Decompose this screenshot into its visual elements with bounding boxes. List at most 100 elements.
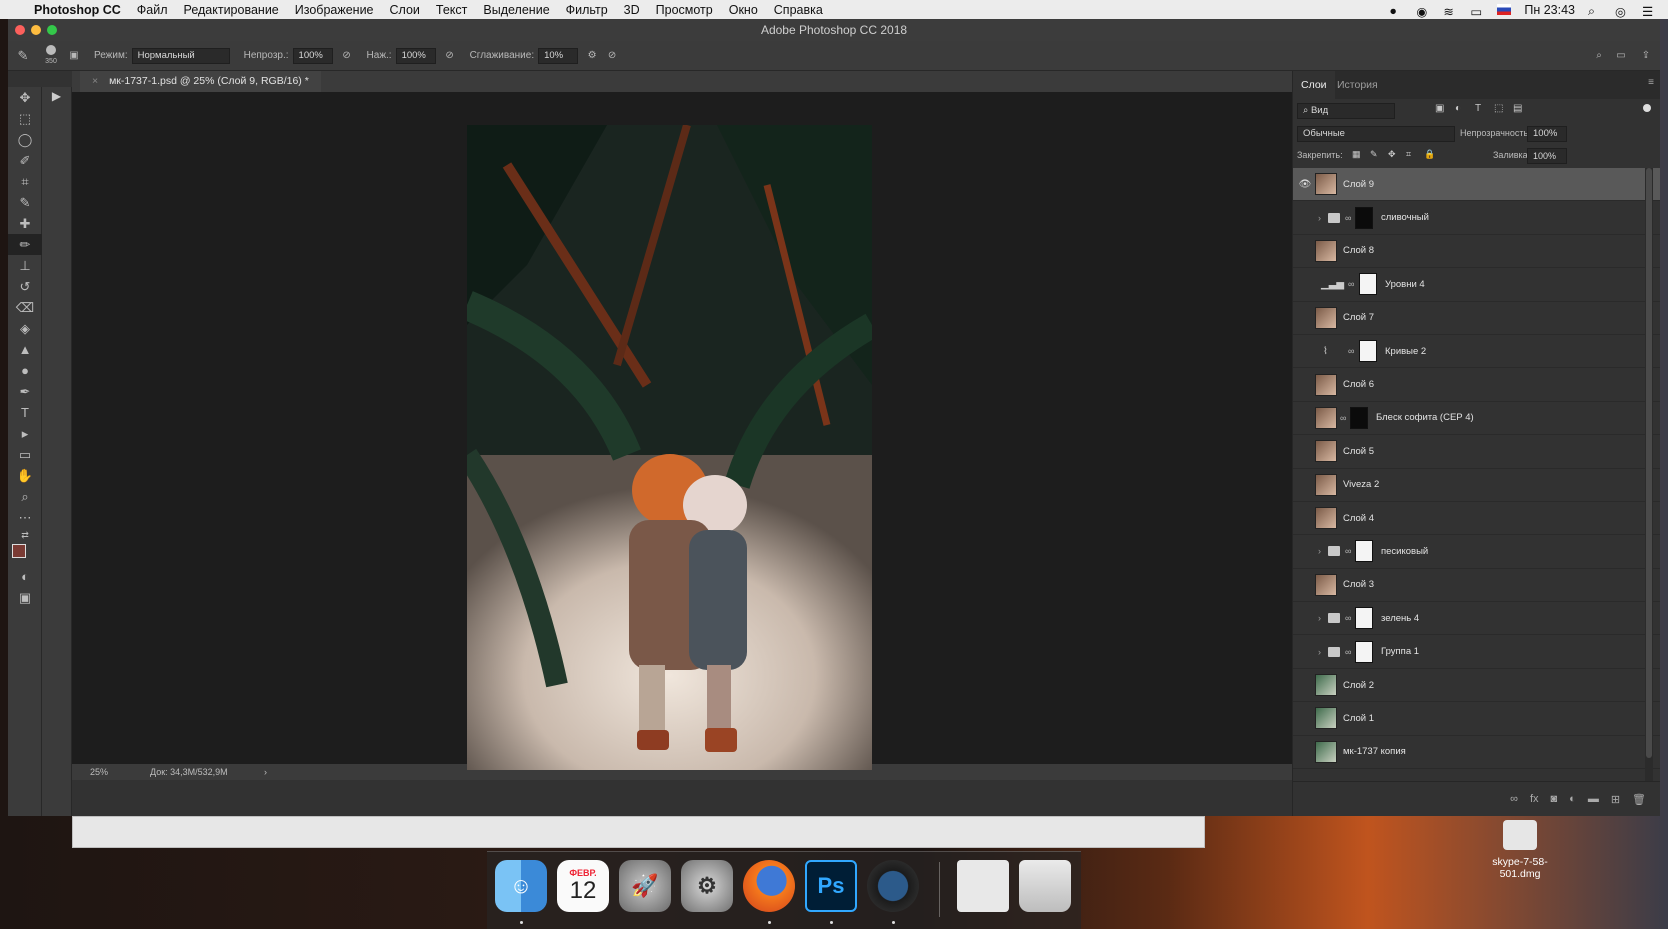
zoom-window-icon[interactable] [47,25,57,35]
quick-mask-icon[interactable]: ◐ [8,566,42,587]
search-icon[interactable]: ⌕ [1588,50,1610,61]
menu-layers[interactable]: Слои [390,3,420,17]
layer-row[interactable]: 👁 Слой 9 [1293,168,1660,202]
lock-pixels-icon[interactable]: ✎ [1370,149,1378,160]
firefox-icon[interactable] [743,860,795,912]
pressure-size-icon[interactable]: ⊘ [602,50,622,61]
menu-select[interactable]: Выделение [483,3,549,17]
type-tool-icon[interactable]: T [8,402,42,423]
more-tools-icon[interactable]: ⋯ [8,507,42,528]
layer-row[interactable]: › ∞ песиковый [1293,535,1660,569]
minimize-window-icon[interactable] [31,25,41,35]
trash-icon[interactable]: 🗑 [1632,793,1646,806]
menu-help[interactable]: Справка [774,3,823,17]
play-icon[interactable]: ▶ [42,89,71,103]
photoshop-icon[interactable]: Ps [805,860,857,912]
layer-row[interactable]: Слой 5 [1293,435,1660,469]
layer-row[interactable]: › ∞ Группа 1 [1293,635,1660,669]
layer-row[interactable]: Слой 8 [1293,235,1660,269]
layers-scrollbar[interactable] [1645,168,1653,781]
lock-transparent-icon[interactable]: ▦ [1352,149,1361,160]
menu-filter[interactable]: Фильтр [566,3,608,17]
menu-app-name[interactable]: Photoshop CC [34,3,121,17]
sync-icon[interactable]: ◉ [1416,4,1430,19]
lock-position-icon[interactable]: ✥ [1388,149,1396,160]
layer-row[interactable]: мк-1737 копия [1293,736,1660,770]
close-window-icon[interactable] [15,25,25,35]
blur-tool-icon[interactable]: ▲ [8,339,42,360]
layer-row[interactable]: Слой 3 [1293,569,1660,603]
brush-panel-icon[interactable]: ▣ [64,50,84,61]
filter-toggle-icon[interactable] [1643,104,1651,112]
opacity-field[interactable]: 100% [292,47,333,64]
lasso-tool-icon[interactable]: ◯ [8,129,42,150]
crop-tool-icon[interactable]: ⌗ [8,171,42,192]
screen-mode-icon[interactable]: ▣ [8,587,42,608]
document-tab[interactable]: × мк-1737-1.psd @ 25% (Слой 9, RGB/16) * [80,71,321,92]
new-group-icon[interactable]: ▬ [1588,793,1599,805]
shape-tool-icon[interactable]: ▭ [8,444,42,465]
expand-caret-icon[interactable]: › [1318,613,1321,623]
layer-row[interactable]: Слой 1 [1293,702,1660,736]
fx-icon[interactable]: fx [1530,793,1539,805]
smoothing-field[interactable]: 10% [538,47,579,64]
layer-row[interactable]: ∞ Блеск софита (СЕР 4) [1293,402,1660,436]
brush-tool-icon[interactable]: ✏ [8,234,42,255]
new-layer-icon[interactable]: ⊞ [1611,793,1620,806]
filter-smart-icon[interactable]: ▤ [1513,103,1522,114]
notifications-icon[interactable]: ☰ [1642,4,1656,19]
filter-shape-icon[interactable]: ⬚ [1494,103,1503,114]
layer-row[interactable]: Слой 4 [1293,502,1660,536]
layer-row[interactable]: Слой 7 [1293,302,1660,335]
menu-3d[interactable]: 3D [624,3,640,17]
pen-tool-icon[interactable]: ✒ [8,381,42,402]
close-tab-icon[interactable]: × [92,75,98,87]
pressure-field[interactable]: 100% [395,47,436,64]
airbrush-icon[interactable]: ⊘ [440,50,460,61]
doc-info-arrow-icon[interactable]: › [264,764,267,780]
flag-icon[interactable] [1497,4,1512,15]
eyedropper-tool-icon[interactable]: ✎ [8,192,42,213]
smoothing-settings-icon[interactable]: ⚙ [582,50,602,61]
quicktime-icon[interactable] [867,860,919,912]
layer-filter-select[interactable]: ⌕ Вид [1297,103,1395,119]
layer-row[interactable]: Слой 6 [1293,368,1660,402]
layer-row[interactable]: Слой 2 [1293,669,1660,703]
zoom-tool-icon[interactable]: ⌕ [8,486,42,507]
menu-file[interactable]: Файл [137,3,168,17]
eraser-tool-icon[interactable]: ⌫ [8,297,42,318]
brush-tool-icon[interactable]: ✎ [8,48,38,64]
calendar-icon[interactable]: ФЕВР. 12 [557,860,609,912]
tab-history[interactable]: История [1329,71,1386,99]
panel-menu-icon[interactable]: ≡ [1648,77,1654,88]
trash-icon[interactable] [1019,860,1071,912]
new-adjustment-icon[interactable]: ◐ [1569,793,1576,805]
expand-caret-icon[interactable]: › [1318,213,1321,223]
link-layers-icon[interactable]: ∞ [1510,793,1518,805]
layer-row[interactable]: ⌇ ∞ Кривые 2 [1293,335,1660,369]
wifi-icon[interactable]: ≋ [1443,4,1457,19]
clock[interactable]: Пн 23:43 [1524,3,1575,17]
brush-preset-picker[interactable]: 350 [38,45,64,66]
add-mask-icon[interactable]: ◙ [1551,793,1558,805]
layer-row[interactable]: ▁▃▅ ∞ Уровни 4 [1293,268,1660,302]
stamp-tool-icon[interactable]: ⊥ [8,255,42,276]
dodge-tool-icon[interactable]: ● [8,360,42,381]
filter-type-icon[interactable]: T [1475,103,1481,114]
mode-select[interactable]: Нормальный [131,47,230,64]
lock-all-icon[interactable]: 🔒 [1424,149,1435,160]
marquee-tool-icon[interactable]: ⬚ [8,108,42,129]
layer-row[interactable]: › ∞ сливочный [1293,201,1660,235]
finder-icon[interactable]: ☺ [495,860,547,912]
airplay-icon[interactable]: ▭ [1470,4,1484,19]
lock-artboard-icon[interactable]: ⌗ [1406,149,1411,160]
history-brush-tool-icon[interactable]: ↺ [8,276,42,297]
color-swatches[interactable] [8,542,42,566]
filter-adjustment-icon[interactable]: ◐ [1455,103,1461,114]
menu-edit[interactable]: Редактирование [184,3,279,17]
workspace-icon[interactable]: ▭ [1610,50,1632,61]
foreground-color[interactable] [12,544,26,558]
spotlight-icon[interactable]: ⌕ [1588,4,1602,18]
bucket-tool-icon[interactable]: ◈ [8,318,42,339]
menu-image[interactable]: Изображение [295,3,374,17]
